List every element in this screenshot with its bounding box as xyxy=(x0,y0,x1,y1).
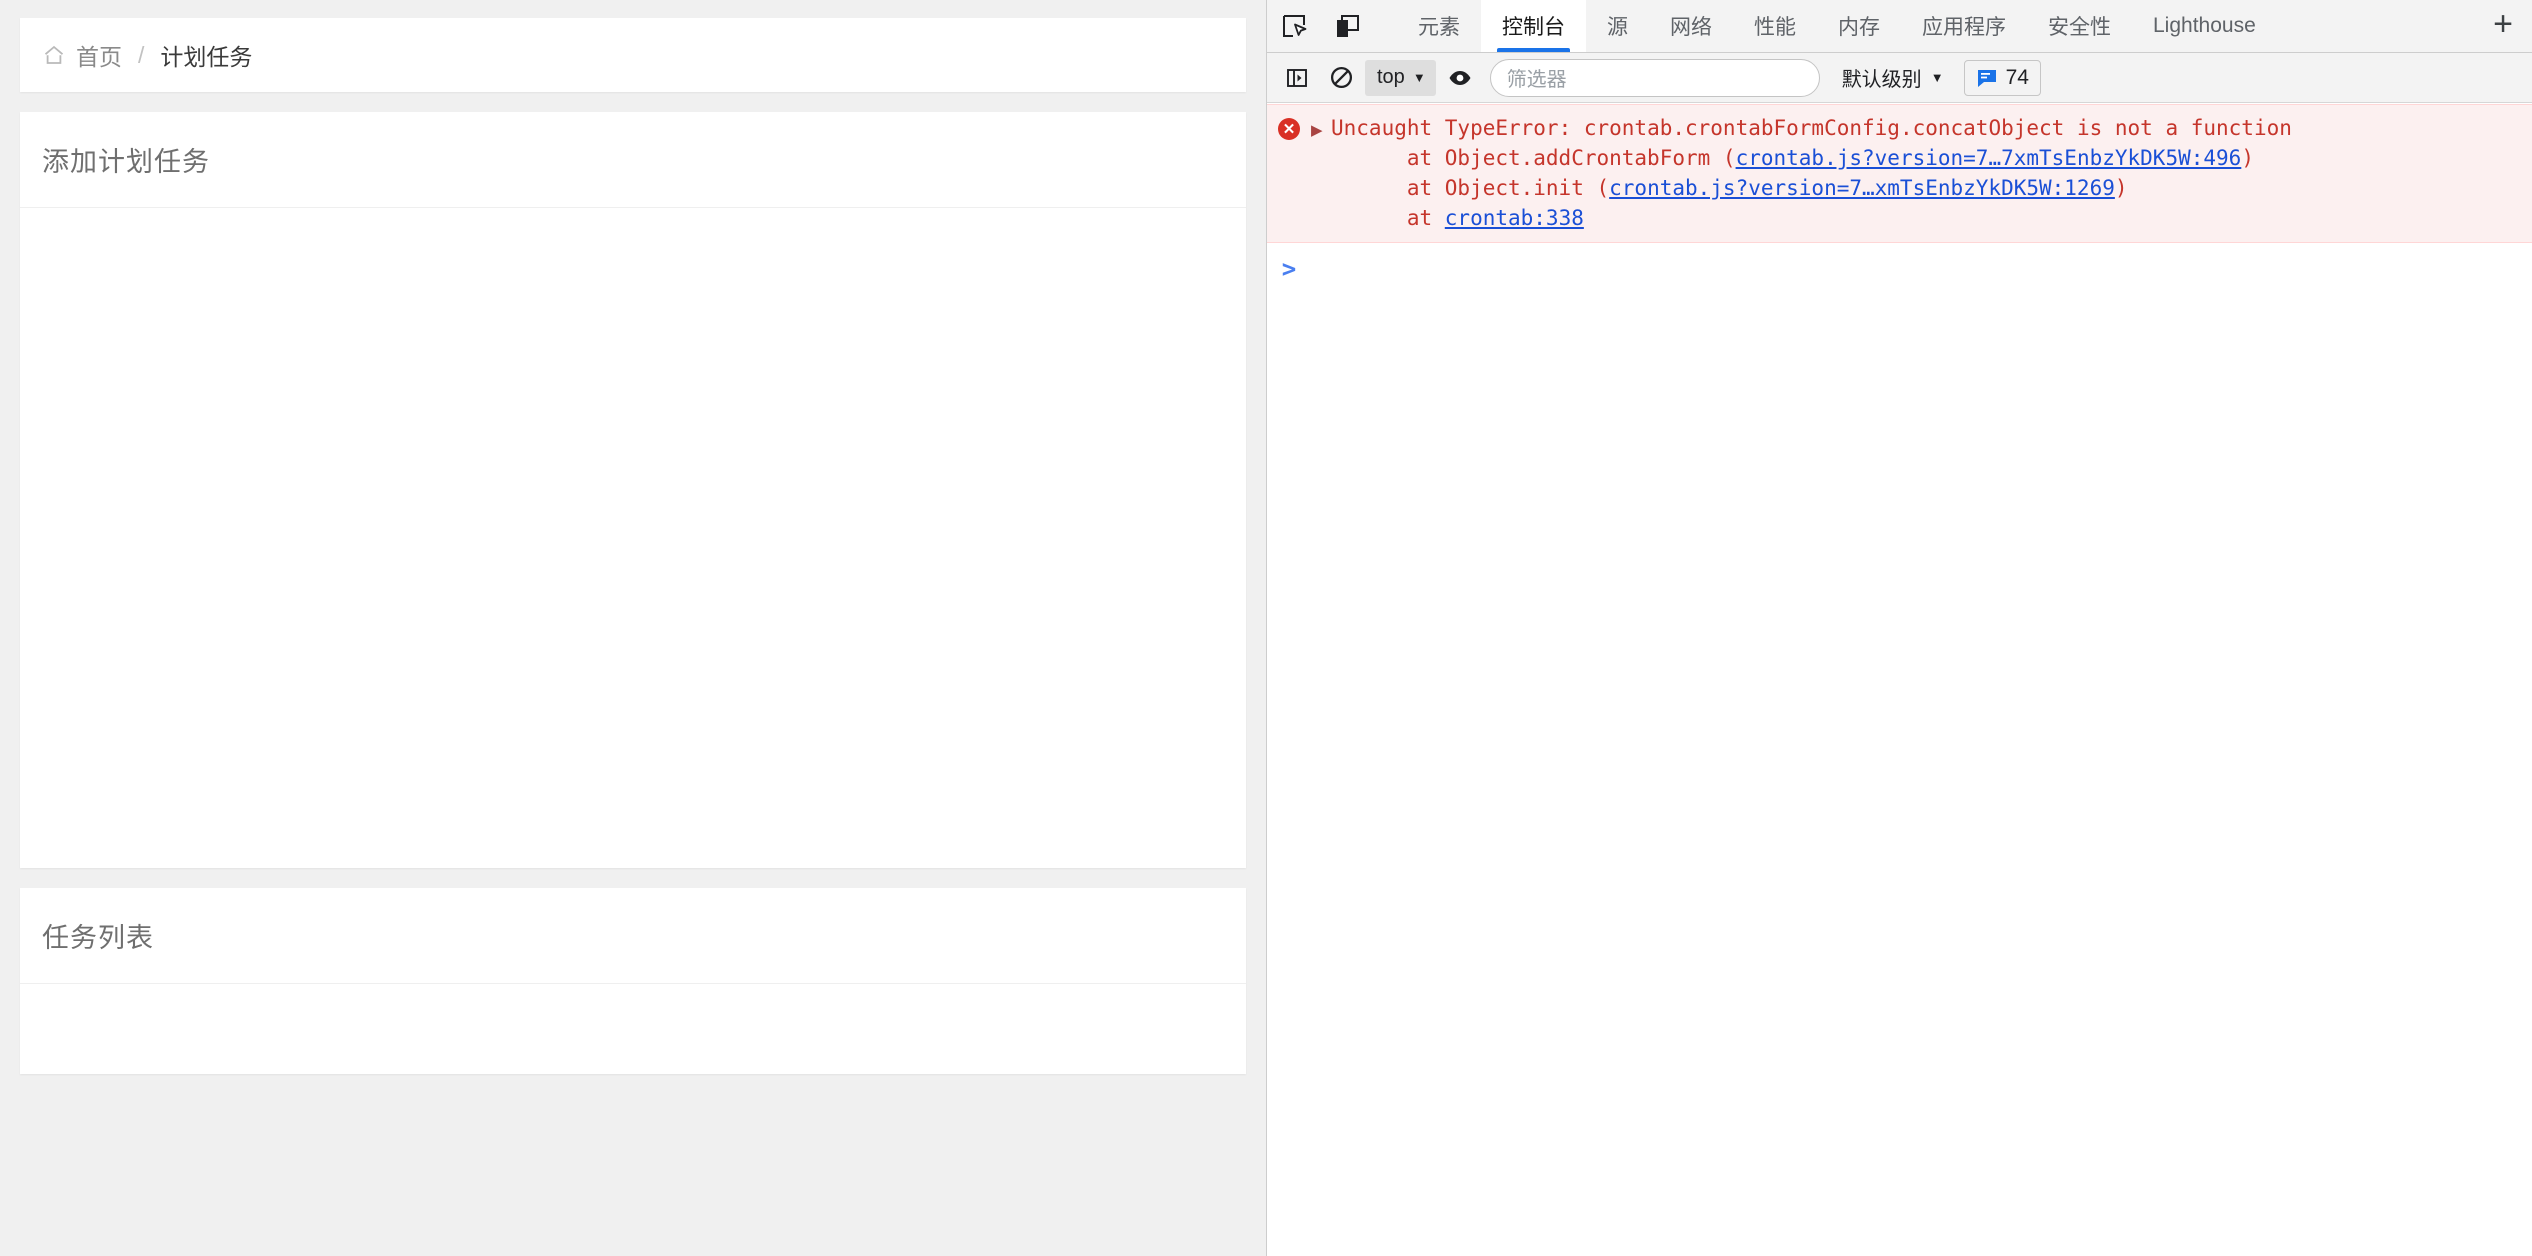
tab-console[interactable]: 控制台 xyxy=(1481,0,1586,52)
screen: 首页 / 计划任务 添加计划任务 任务列表 元素 控制台 源 网络 性能 内存 … xyxy=(0,0,2532,1256)
tab-application[interactable]: 应用程序 xyxy=(1901,0,2027,52)
stack-frame-suffix: ) xyxy=(2241,146,2254,170)
breadcrumb-current: 计划任务 xyxy=(160,44,253,70)
console-error-message[interactable]: ✕ ▶ Uncaught TypeError: crontab.crontabF… xyxy=(1267,104,2532,243)
breadcrumb-home-link[interactable]: 首页 xyxy=(76,38,122,72)
tab-sources[interactable]: 源 xyxy=(1586,0,1649,52)
devtools-tabbar: 元素 控制台 源 网络 性能 内存 应用程序 安全性 Lighthouse + xyxy=(1267,0,2532,53)
card-header: 添加计划任务 xyxy=(20,112,1246,208)
console-message-list[interactable]: ✕ ▶ Uncaught TypeError: crontab.crontabF… xyxy=(1267,104,2532,1256)
home-icon xyxy=(42,43,66,67)
tab-security[interactable]: 安全性 xyxy=(2027,0,2132,52)
execution-context-value: top xyxy=(1377,66,1405,88)
stack-frame-link[interactable]: crontab:338 xyxy=(1445,206,1584,230)
console-prompt[interactable]: > xyxy=(1267,243,2532,287)
breadcrumb-card: 首页 / 计划任务 xyxy=(20,18,1246,92)
console-level-selector[interactable]: 默认级别 ▼ xyxy=(1836,63,1950,92)
add-task-form-body xyxy=(20,208,1246,868)
triangle-right-icon[interactable]: ▶ xyxy=(1311,113,1331,139)
devtools-panel: 元素 控制台 源 网络 性能 内存 应用程序 安全性 Lighthouse + xyxy=(1266,0,2532,1256)
issues-icon xyxy=(1976,68,1998,88)
tab-performance[interactable]: 性能 xyxy=(1733,0,1817,52)
breadcrumb: 首页 / 计划任务 xyxy=(42,38,252,72)
stack-frame-prefix: at Object.addCrontabForm ( xyxy=(1406,146,1736,170)
add-scheduled-task-card: 添加计划任务 xyxy=(20,112,1246,868)
device-toolbar-icon[interactable] xyxy=(1321,0,1375,52)
stack-frame-link[interactable]: crontab.js?version=7…7xmTsEnbzYkDK5W:496 xyxy=(1736,146,2242,170)
task-list-card: 任务列表 xyxy=(20,888,1246,1074)
stack-frame-prefix: at xyxy=(1406,206,1445,230)
task-list-body xyxy=(20,984,1246,1074)
console-toolbar: top ▼ 筛选器 默认级别 ▼ 74 xyxy=(1267,53,2532,103)
console-filter-input[interactable]: 筛选器 xyxy=(1489,58,1820,97)
tab-label: 安全性 xyxy=(2048,16,2111,39)
stack-frame-prefix: at Object.init ( xyxy=(1406,176,1610,200)
breadcrumb-separator: / xyxy=(138,41,145,68)
web-page-viewport: 首页 / 计划任务 添加计划任务 任务列表 xyxy=(0,0,1266,1256)
console-sidebar-icon[interactable] xyxy=(1277,58,1317,98)
execution-context-selector[interactable]: top ▼ xyxy=(1365,59,1436,96)
tab-label: 应用程序 xyxy=(1922,16,2006,39)
clear-console-icon[interactable] xyxy=(1321,58,1361,98)
tab-label: 控制台 xyxy=(1502,16,1565,39)
tab-network[interactable]: 网络 xyxy=(1649,0,1733,52)
console-level-value: 默认级别 xyxy=(1841,69,1922,91)
card-header: 任务列表 xyxy=(20,888,1246,984)
tab-label: 内存 xyxy=(1838,16,1880,39)
stack-frame-suffix: ) xyxy=(2114,176,2128,200)
inspect-element-icon[interactable] xyxy=(1267,0,1321,52)
console-error-title: Uncaught TypeError: crontab.crontabFormC… xyxy=(1331,116,2292,140)
chevron-down-icon: ▼ xyxy=(1930,70,1944,85)
tab-label: 性能 xyxy=(1754,16,1796,39)
tab-elements[interactable]: 元素 xyxy=(1397,0,1481,52)
eye-icon[interactable] xyxy=(1440,58,1480,98)
error-circle-icon: ✕ xyxy=(1267,113,1311,140)
issues-count: 74 xyxy=(2005,65,2029,89)
tab-lighthouse[interactable]: Lighthouse xyxy=(2132,0,2277,52)
more-tabs-button[interactable]: + xyxy=(2474,0,2532,52)
prompt-caret-icon: > xyxy=(1281,255,1297,283)
console-error-body: Uncaught TypeError: crontab.crontabFormC… xyxy=(1331,113,2304,233)
tab-label: Lighthouse xyxy=(2153,14,2256,37)
tab-memory[interactable]: 内存 xyxy=(1817,0,1901,52)
tab-label: 源 xyxy=(1607,16,1628,39)
tab-label: 元素 xyxy=(1418,16,1460,39)
console-filter-placeholder: 筛选器 xyxy=(1506,69,1567,91)
devtools-tab-list: 元素 控制台 源 网络 性能 内存 应用程序 安全性 Lighthouse xyxy=(1397,0,2277,52)
card-title-add-task: 添加计划任务 xyxy=(42,147,210,177)
tab-label: 网络 xyxy=(1670,16,1712,39)
stack-frame-link[interactable]: crontab.js?version=7…xmTsEnbzYkDK5W:1269 xyxy=(1609,176,2115,200)
issues-counter-button[interactable]: 74 xyxy=(1963,59,2041,96)
chevron-down-icon: ▼ xyxy=(1412,70,1426,85)
card-title-task-list: 任务列表 xyxy=(42,923,154,953)
